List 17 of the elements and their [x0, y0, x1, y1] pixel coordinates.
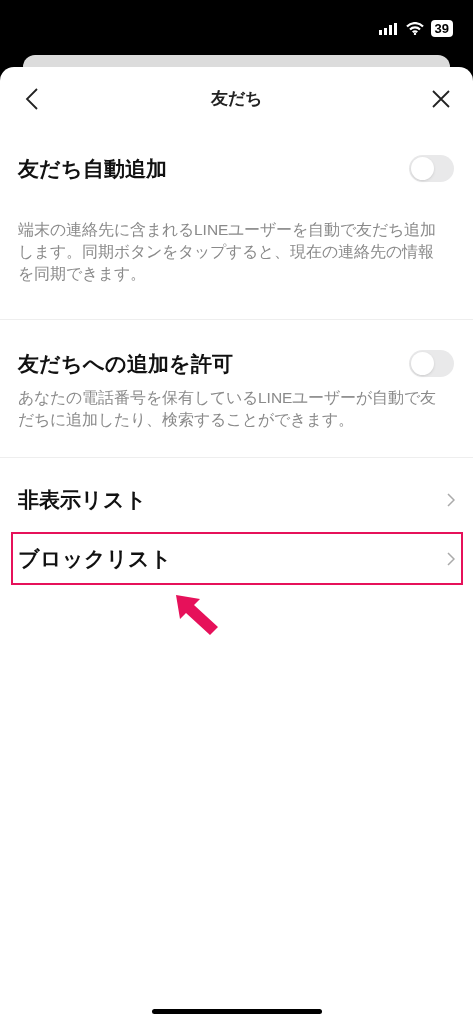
setting-title: 友だちへの追加を許可: [18, 350, 233, 377]
list-item-label[interactable]: 非表示リスト: [18, 483, 147, 516]
wifi-icon: [405, 22, 424, 35]
battery-level: 39: [430, 20, 453, 37]
chevron-icon: [447, 551, 455, 566]
list-item-label[interactable]: ブロックリスト: [18, 542, 172, 575]
toggle-switch[interactable]: [409, 349, 454, 377]
pointer-arrow: [174, 593, 220, 637]
chevron-icon: [447, 492, 455, 507]
setting-title: 友だち自動追加: [18, 156, 167, 182]
setting-description: あなたの電話番号を保有しているLINEユーザーが自動で友だちに追加したり、検索することができます。: [18, 388, 438, 430]
back-icon: [25, 88, 39, 110]
page-title: 友だち: [211, 88, 262, 111]
signal-icon: [378, 22, 399, 35]
setting-description: 端末の連絡先に含まれるLINEユーザーを自動で友だち追加します。同期ボタンをタップすると、現在の連絡先の情報を同期できます。: [18, 219, 438, 284]
close-icon: [431, 89, 451, 109]
toggle-switch[interactable]: [409, 155, 454, 183]
